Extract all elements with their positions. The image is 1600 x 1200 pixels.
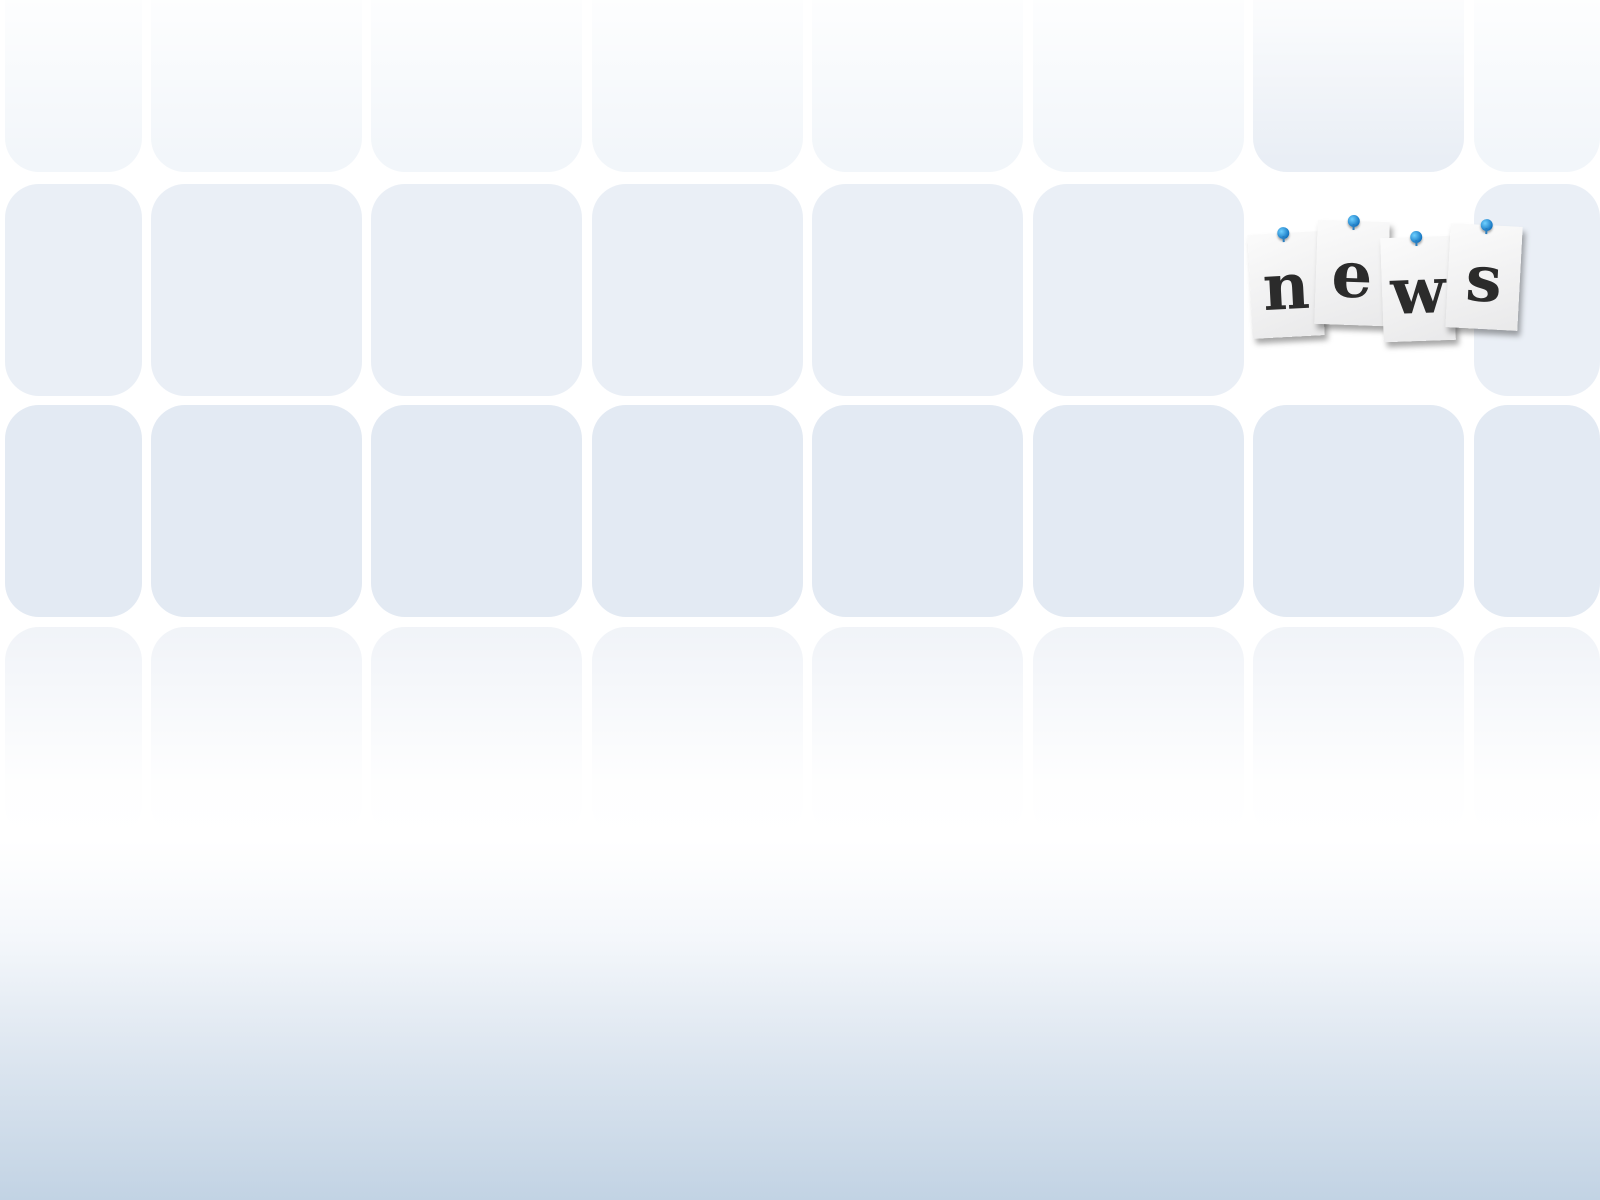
pushpin-icon <box>1409 230 1423 244</box>
note-card-s: s <box>1445 218 1523 331</box>
background-tile <box>812 184 1023 396</box>
note-letter: e <box>1330 237 1374 314</box>
background-tile <box>1033 184 1244 396</box>
background-tile <box>5 405 142 617</box>
background-tile <box>371 405 582 617</box>
news-sign-image: n e w s <box>1247 214 1550 355</box>
note-card-e: e <box>1314 214 1390 327</box>
pushpin-icon <box>1276 226 1290 240</box>
background-tile <box>1474 405 1600 617</box>
background-tile <box>592 184 803 396</box>
background-tile <box>151 184 362 396</box>
note-letter: n <box>1260 248 1312 327</box>
background-tile <box>812 405 1023 617</box>
bottom-gradient-overlay <box>0 620 1600 1200</box>
background-tile <box>151 405 362 617</box>
pushpin-icon <box>1480 218 1494 232</box>
note-letter: s <box>1463 241 1504 318</box>
top-fade-overlay <box>0 0 1600 160</box>
background-tile <box>371 184 582 396</box>
note-letter: w <box>1389 253 1447 330</box>
slide-background: n e w s <box>0 0 1600 1200</box>
background-tile <box>1033 405 1244 617</box>
note-card-n: n <box>1247 226 1325 339</box>
background-tile <box>1253 405 1464 617</box>
background-tile <box>5 184 142 396</box>
pushpin-icon <box>1347 214 1361 228</box>
background-tile <box>592 405 803 617</box>
